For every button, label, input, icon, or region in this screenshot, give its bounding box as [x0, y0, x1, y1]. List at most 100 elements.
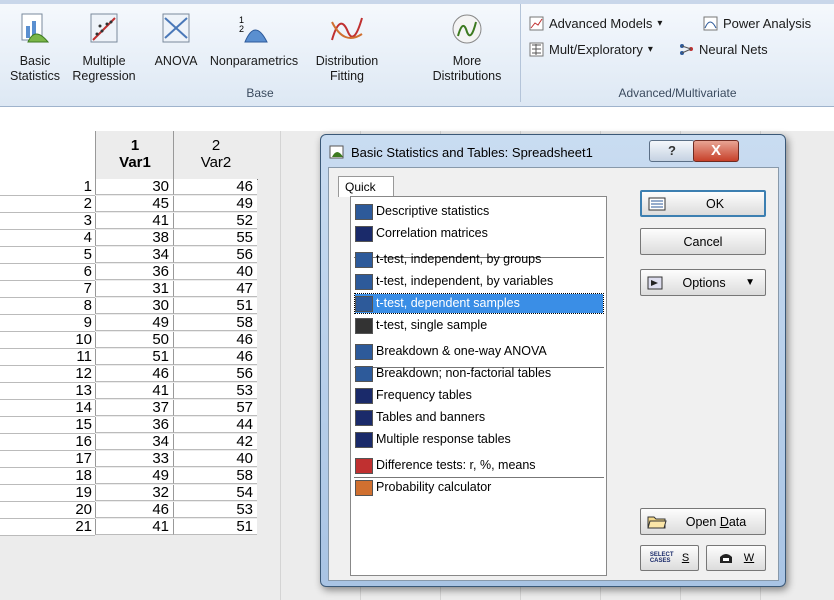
row-number[interactable]: 18: [0, 468, 95, 485]
open-data-button[interactable]: Open Data: [640, 508, 766, 535]
row-number[interactable]: 15: [0, 417, 95, 434]
cell-var1[interactable]: 49: [95, 468, 173, 484]
row-number[interactable]: 8: [0, 298, 95, 315]
cell-var1[interactable]: 46: [95, 502, 173, 518]
row-number[interactable]: 1: [0, 179, 95, 196]
cell-var2[interactable]: 46: [173, 332, 257, 348]
cell-var2[interactable]: 53: [173, 502, 257, 518]
row-number[interactable]: 19: [0, 485, 95, 502]
row-number[interactable]: 21: [0, 519, 95, 536]
power-analysis-button[interactable]: Power Analysis: [703, 16, 811, 31]
list-item[interactable]: Correlation matrices: [355, 224, 603, 243]
cell-var1[interactable]: 30: [95, 179, 173, 195]
row-number[interactable]: 12: [0, 366, 95, 383]
row-number[interactable]: 3: [0, 213, 95, 230]
cell-var2[interactable]: 55: [173, 230, 257, 246]
select-cases-button[interactable]: SELECT CASES S: [640, 545, 699, 571]
close-button[interactable]: X: [693, 140, 739, 162]
cell-var1[interactable]: 50: [95, 332, 173, 348]
basic-statistics-button[interactable]: Basic Statistics: [6, 12, 64, 84]
cell-var1[interactable]: 41: [95, 383, 173, 399]
anova-button[interactable]: ANOVA: [150, 12, 202, 69]
analysis-list[interactable]: Descriptive statistics Correlation matric…: [350, 196, 607, 576]
row-number[interactable]: 7: [0, 281, 95, 298]
row-number[interactable]: 9: [0, 315, 95, 332]
cell-var1[interactable]: 30: [95, 298, 173, 314]
cell-var2[interactable]: 52: [173, 213, 257, 229]
list-item[interactable]: Breakdown; non-factorial tables: [355, 364, 603, 383]
nonparametrics-button[interactable]: 1 2 Nonparametrics: [205, 12, 303, 69]
help-button[interactable]: ?: [649, 140, 695, 162]
row-number[interactable]: 14: [0, 400, 95, 417]
row-number[interactable]: 20: [0, 502, 95, 519]
cell-var2[interactable]: 40: [173, 264, 257, 280]
cell-var2[interactable]: 47: [173, 281, 257, 297]
cell-var2[interactable]: 46: [173, 179, 257, 195]
column-header-var2[interactable]: 2 Var2: [173, 131, 258, 180]
cell-var2[interactable]: 51: [173, 519, 257, 535]
cell-var2[interactable]: 56: [173, 366, 257, 382]
list-item[interactable]: Probability calculator: [355, 478, 603, 497]
cell-var1[interactable]: 49: [95, 315, 173, 331]
corner-cell[interactable]: [0, 131, 95, 180]
cell-var1[interactable]: 51: [95, 349, 173, 365]
row-number[interactable]: 13: [0, 383, 95, 400]
cell-var1[interactable]: 31: [95, 281, 173, 297]
row-number[interactable]: 6: [0, 264, 95, 281]
row-number[interactable]: 5: [0, 247, 95, 264]
row-number[interactable]: 10: [0, 332, 95, 349]
cell-var1[interactable]: 36: [95, 264, 173, 280]
cell-var2[interactable]: 46: [173, 349, 257, 365]
options-button[interactable]: Options ▼: [640, 269, 766, 296]
cell-var2[interactable]: 40: [173, 451, 257, 467]
list-item[interactable]: t-test, independent, by variables: [355, 272, 603, 291]
cell-var2[interactable]: 44: [173, 417, 257, 433]
cell-var1[interactable]: 36: [95, 417, 173, 433]
cell-var2[interactable]: 49: [173, 196, 257, 212]
cell-var1[interactable]: 41: [95, 213, 173, 229]
cell-var1[interactable]: 32: [95, 485, 173, 501]
advanced-models-button[interactable]: Advanced Models ▾: [529, 16, 662, 31]
weight-button[interactable]: W: [706, 545, 766, 571]
neural-nets-button[interactable]: Neural Nets: [679, 42, 768, 57]
list-item[interactable]: Breakdown & one-way ANOVA: [355, 342, 603, 361]
column-header-var1[interactable]: 1 Var1: [95, 131, 174, 180]
cell-var2[interactable]: 42: [173, 434, 257, 450]
cell-var1[interactable]: 37: [95, 400, 173, 416]
list-item[interactable]: Tables and banners: [355, 408, 603, 427]
cell-var2[interactable]: 58: [173, 468, 257, 484]
cell-var1[interactable]: 33: [95, 451, 173, 467]
list-item[interactable]: t-test, independent, by groups: [355, 250, 603, 269]
cell-var1[interactable]: 45: [95, 196, 173, 212]
dialog-title-bar[interactable]: Basic Statistics and Tables: Spreadsheet…: [329, 144, 593, 160]
multiple-regression-button[interactable]: Multiple Regression: [64, 12, 144, 84]
row-number[interactable]: 17: [0, 451, 95, 468]
row-number[interactable]: 11: [0, 349, 95, 366]
list-item[interactable]: t-test, single sample: [355, 316, 603, 335]
cell-var2[interactable]: 57: [173, 400, 257, 416]
row-number[interactable]: 16: [0, 434, 95, 451]
cell-var2[interactable]: 51: [173, 298, 257, 314]
cancel-button[interactable]: Cancel: [640, 228, 766, 255]
cell-var1[interactable]: 38: [95, 230, 173, 246]
cell-var1[interactable]: 41: [95, 519, 173, 535]
list-item[interactable]: t-test, dependent samples: [354, 293, 604, 314]
tab-quick[interactable]: Quick: [338, 176, 394, 197]
row-number[interactable]: 4: [0, 230, 95, 247]
cell-var1[interactable]: 46: [95, 366, 173, 382]
list-item[interactable]: Descriptive statistics: [355, 202, 603, 221]
list-item[interactable]: Difference tests: r, %, means: [355, 456, 603, 475]
distribution-fitting-button[interactable]: Distribution Fitting: [305, 12, 389, 84]
list-item[interactable]: Frequency tables: [355, 386, 603, 405]
list-item[interactable]: Multiple response tables: [355, 430, 603, 449]
more-distributions-button[interactable]: More Distributions: [420, 12, 514, 84]
cell-var1[interactable]: 34: [95, 247, 173, 263]
ok-button[interactable]: OK: [640, 190, 766, 217]
mult-exploratory-button[interactable]: Mult/Exploratory ▾: [529, 42, 653, 57]
cell-var2[interactable]: 56: [173, 247, 257, 263]
row-number[interactable]: 2: [0, 196, 95, 213]
cell-var2[interactable]: 58: [173, 315, 257, 331]
cell-var2[interactable]: 53: [173, 383, 257, 399]
cell-var2[interactable]: 54: [173, 485, 257, 501]
cell-var1[interactable]: 34: [95, 434, 173, 450]
